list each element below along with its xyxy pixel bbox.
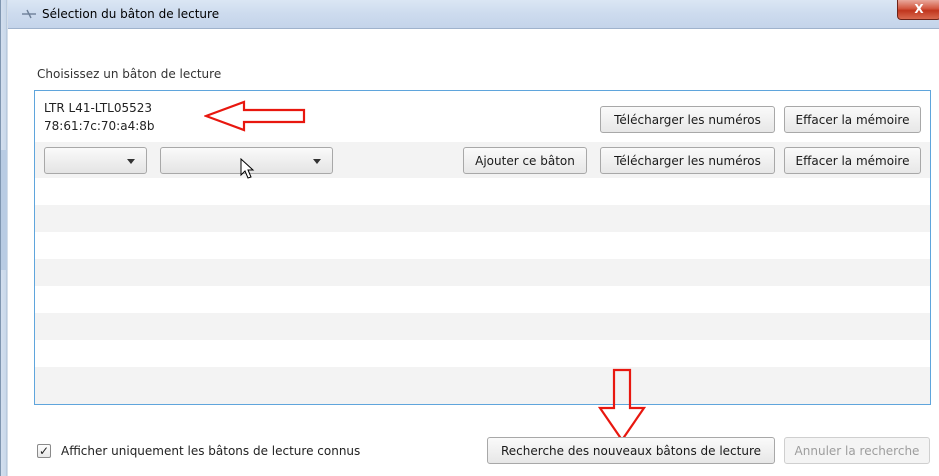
device-type-select[interactable]	[44, 147, 147, 174]
close-button[interactable]: X	[897, 0, 939, 20]
device-mac-address: 78:61:7c:70:a4:8b	[44, 119, 155, 133]
list-item-new-device: Ajouter ce bâton Télécharger les numéros…	[35, 142, 930, 178]
annotation-arrow-left-icon	[204, 100, 306, 132]
app-icon	[22, 9, 36, 19]
empty-row	[35, 286, 930, 313]
cancel-search-button[interactable]: Annuler la recherche	[784, 437, 930, 464]
chevron-down-icon	[127, 159, 135, 164]
download-numbers-button-new[interactable]: Télécharger les numéros	[600, 147, 775, 174]
close-icon: X	[914, 2, 924, 16]
chevron-down-icon	[313, 159, 321, 164]
known-only-checkbox[interactable]: ✓	[37, 444, 51, 458]
search-new-devices-button[interactable]: Recherche des nouveaux bâtons de lecture	[487, 437, 775, 464]
section-label: Choisissez un bâton de lecture	[37, 67, 222, 81]
window-title: Sélection du bâton de lecture	[42, 7, 220, 21]
download-numbers-button-known[interactable]: Télécharger les numéros	[600, 106, 775, 133]
clear-memory-button-known[interactable]: Effacer la mémoire	[784, 106, 921, 133]
clear-memory-button-new[interactable]: Effacer la mémoire	[784, 147, 921, 174]
empty-row	[35, 178, 930, 205]
empty-row	[35, 259, 930, 286]
empty-row	[35, 313, 930, 340]
empty-row	[35, 367, 930, 404]
window-left-border	[0, 0, 8, 476]
checkmark-icon: ✓	[38, 444, 50, 458]
annotation-arrow-down-icon	[598, 368, 646, 442]
known-only-checkbox-label[interactable]: Afficher uniquement les bâtons de lectur…	[61, 444, 360, 458]
empty-row	[35, 232, 930, 259]
title-bar: Sélection du bâton de lecture X	[8, 0, 939, 29]
empty-row	[35, 340, 930, 367]
device-name: LTR L41-LTL05523	[44, 101, 153, 115]
mouse-cursor-icon	[240, 158, 255, 179]
list-item-known-device[interactable]: LTR L41-LTL05523 78:61:7c:70:a4:8b Téléc…	[35, 91, 930, 138]
empty-row	[35, 205, 930, 232]
add-device-button[interactable]: Ajouter ce bâton	[463, 147, 587, 174]
device-list: LTR L41-LTL05523 78:61:7c:70:a4:8b Téléc…	[34, 90, 931, 405]
